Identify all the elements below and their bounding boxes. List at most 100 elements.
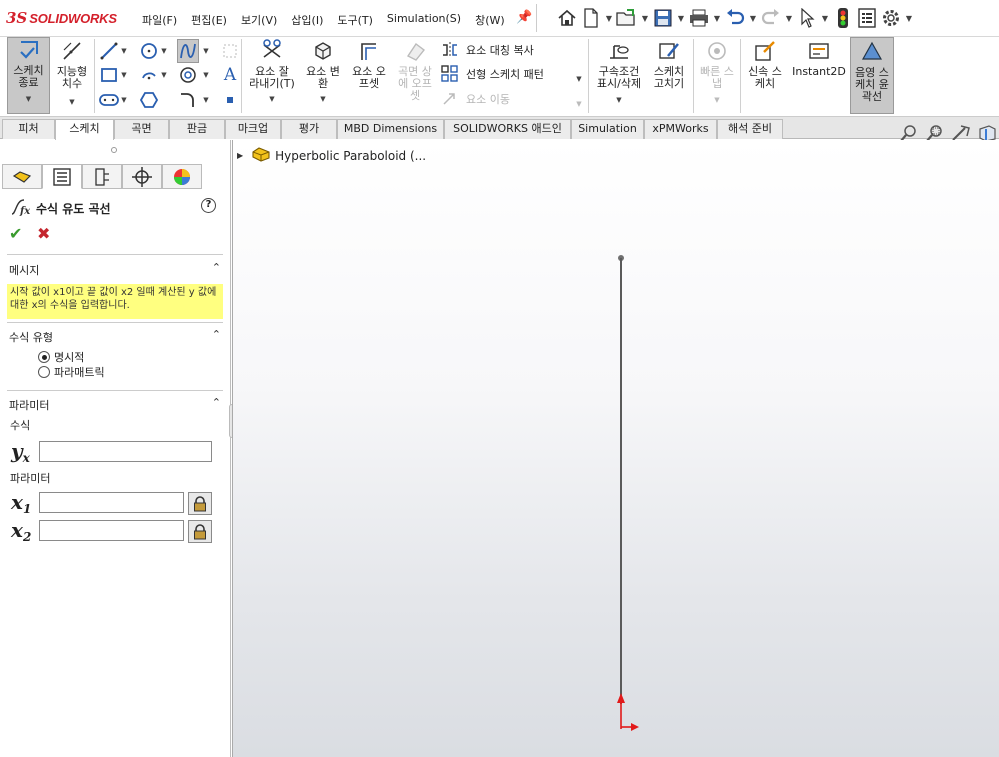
home-icon[interactable]	[555, 6, 579, 30]
circle-icon[interactable]	[138, 40, 160, 62]
x2-end-value-input[interactable]	[39, 520, 184, 541]
chevron-down-icon[interactable]: ▼	[639, 14, 651, 23]
tab-sketch[interactable]: 스케치	[55, 119, 114, 140]
display-delete-relations-button[interactable]: 구속조건 표시/삭제 ▼	[593, 39, 645, 106]
chevron-up-icon[interactable]: ⌃	[212, 261, 221, 274]
tab-markup[interactable]: 마크업	[225, 119, 281, 139]
radio-selected-indicator[interactable]	[38, 351, 50, 363]
chevron-down-icon[interactable]: ▼	[573, 93, 585, 115]
chevron-down-icon[interactable]: ▼	[675, 14, 687, 23]
x2-lock-button[interactable]	[188, 520, 212, 543]
convert-entities-button[interactable]: 요소 변 환 ▼	[300, 39, 346, 105]
chevron-down-icon[interactable]: ▼	[200, 64, 212, 86]
radio-indicator[interactable]	[38, 366, 50, 378]
smart-dimension-button[interactable]: 지능형 치수 ▼	[52, 39, 92, 108]
chevron-down-icon[interactable]: ▼	[711, 14, 723, 23]
select-icon[interactable]	[795, 6, 819, 30]
tab-mbd-dimensions[interactable]: MBD Dimensions	[337, 119, 444, 139]
menu-insert[interactable]: 삽입(I)	[291, 12, 323, 28]
tab-solidworks-addins[interactable]: SOLIDWORKS 애드인	[444, 119, 571, 139]
print-icon[interactable]	[687, 6, 711, 30]
polygon-icon[interactable]	[138, 89, 160, 111]
menu-window[interactable]: 창(W)	[475, 12, 505, 28]
arc-icon[interactable]	[138, 64, 160, 86]
spline-icon[interactable]	[177, 39, 199, 63]
move-entities-button[interactable]: 요소 이동	[440, 90, 510, 108]
ok-button[interactable]: ✔	[9, 224, 22, 243]
feature-manager-tab[interactable]	[2, 164, 42, 189]
chevron-down-icon[interactable]: ▼	[783, 14, 795, 23]
x1-lock-button[interactable]	[188, 492, 212, 515]
tab-features[interactable]: 피처	[2, 119, 55, 139]
sketch-line[interactable]	[620, 258, 622, 704]
cancel-button[interactable]: ✖	[37, 224, 50, 243]
menu-tools[interactable]: 도구(T)	[337, 12, 373, 28]
chevron-down-icon[interactable]: ▼	[819, 14, 831, 23]
menu-edit[interactable]: 편집(E)	[191, 12, 227, 28]
chevron-down-icon[interactable]: ▼	[158, 40, 170, 62]
solidworks-logo[interactable]: 3S SOLIDWORKS	[6, 9, 117, 27]
chevron-down-icon[interactable]: ▼	[118, 89, 130, 111]
new-document-icon[interactable]	[579, 6, 603, 30]
explicit-radio[interactable]: 명시적	[38, 349, 84, 365]
chevron-down-icon[interactable]: ▼	[747, 14, 759, 23]
parameters-group-header[interactable]: 파라미터 ⌃	[9, 396, 223, 413]
chevron-down-icon[interactable]: ▼	[903, 14, 915, 23]
instant2d-button[interactable]: Instant2D	[790, 39, 848, 78]
mirror-entities-button[interactable]: 요소 대칭 복사	[440, 41, 534, 59]
quick-snaps-button[interactable]: 빠른 스 냅 ▼	[697, 39, 737, 106]
display-manager-tab[interactable]	[162, 164, 202, 189]
chevron-down-icon[interactable]: ▼	[118, 64, 130, 86]
chevron-up-icon[interactable]: ⌃	[212, 328, 221, 341]
ellipse-icon[interactable]	[177, 64, 199, 86]
options-gear-icon[interactable]	[879, 6, 903, 30]
configuration-manager-tab[interactable]	[82, 164, 122, 189]
undo-icon[interactable]	[723, 6, 747, 30]
pin-icon[interactable]: 📌	[516, 10, 532, 25]
expand-arrow-icon[interactable]: ▶	[237, 151, 243, 160]
tree-root-label[interactable]: Hyperbolic Paraboloid (...	[275, 149, 426, 163]
chevron-down-icon[interactable]: ▼	[118, 40, 130, 62]
chevron-down-icon[interactable]: ▼	[200, 40, 212, 62]
chevron-down-icon[interactable]: ▼	[603, 14, 615, 23]
repair-sketch-button[interactable]: 스케치 고치기	[648, 39, 690, 90]
chevron-down-icon[interactable]: ▼	[573, 68, 585, 90]
open-icon[interactable]	[615, 6, 639, 30]
property-manager-tab[interactable]	[42, 164, 82, 189]
tab-analysis-preparation[interactable]: 해석 준비	[717, 119, 783, 139]
linear-pattern-button[interactable]: 선형 스케치 패턴	[440, 65, 544, 83]
slot-icon[interactable]	[98, 89, 120, 111]
file-properties-icon[interactable]	[855, 6, 879, 30]
exit-sketch-button[interactable]: 스케치 종료 ▼	[7, 37, 50, 114]
tab-sheet-metal[interactable]: 판금	[169, 119, 225, 139]
menu-view[interactable]: 보기(V)	[241, 12, 277, 28]
redo-icon[interactable]	[759, 6, 783, 30]
equation-yx-input[interactable]	[39, 441, 212, 462]
chevron-down-icon[interactable]: ▼	[200, 89, 212, 111]
help-icon[interactable]: ?	[201, 198, 216, 213]
text-icon[interactable]: A	[219, 64, 241, 86]
line-icon[interactable]	[98, 40, 120, 62]
trim-entities-button[interactable]: 요소 잘 라내기(T) ▼	[247, 39, 297, 105]
tab-xpmworks[interactable]: xPMWorks	[644, 119, 717, 139]
rapid-sketch-button[interactable]: 신속 스 케치	[744, 39, 786, 90]
equation-type-group-header[interactable]: 수식 유형 ⌃	[9, 328, 223, 345]
fillet-icon[interactable]	[177, 89, 199, 111]
point-icon[interactable]	[219, 89, 241, 111]
shaded-sketch-contours-button[interactable]: 음영 스 케치 윤 곽선	[850, 37, 894, 114]
offset-on-surface-button[interactable]: 곡면 상 에 오프 셋	[393, 39, 437, 102]
menu-file[interactable]: 파일(F)	[142, 12, 177, 28]
rectangle-icon[interactable]	[98, 64, 120, 86]
dimxpert-manager-tab[interactable]	[122, 164, 162, 189]
menu-simulation[interactable]: Simulation(S)	[387, 12, 461, 28]
rebuild-traffic-light-icon[interactable]	[831, 6, 855, 30]
graphics-area[interactable]: ▶ Hyperbolic Paraboloid (...	[232, 140, 999, 757]
chevron-down-icon[interactable]: ▼	[158, 64, 170, 86]
x1-start-value-input[interactable]	[39, 492, 184, 513]
parametric-radio[interactable]: 파라매트릭	[38, 364, 105, 380]
save-icon[interactable]	[651, 6, 675, 30]
chevron-up-icon[interactable]: ⌃	[212, 396, 221, 409]
tab-surfaces[interactable]: 곡면	[114, 119, 169, 139]
panel-splitter-handle[interactable]	[111, 147, 117, 153]
tab-evaluate[interactable]: 평가	[281, 119, 337, 139]
